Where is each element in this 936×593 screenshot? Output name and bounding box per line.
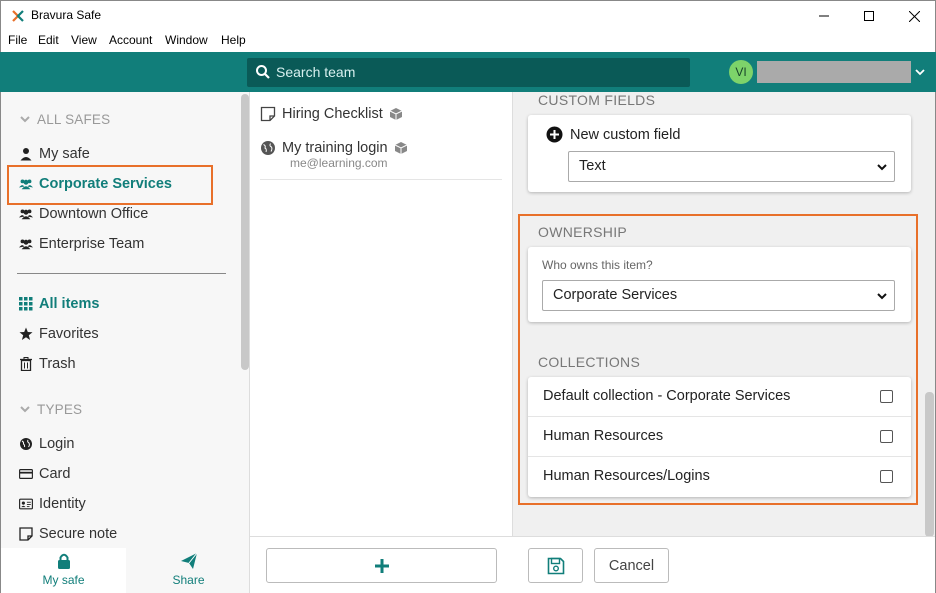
ownership-highlight-callout: [518, 214, 918, 505]
chevron-down-icon: [20, 116, 30, 123]
user-icon: [20, 148, 32, 161]
note-icon: [19, 527, 33, 541]
maximize-button[interactable]: [846, 1, 892, 31]
grid-icon: [19, 297, 33, 311]
add-item-button[interactable]: [266, 548, 497, 583]
sidebar-item-label: Enterprise Team: [39, 236, 145, 252]
avatar[interactable]: VI: [729, 60, 753, 84]
item-name: Hiring Checklist: [282, 106, 383, 122]
item-list: Hiring Checklist My training login me@le…: [250, 92, 513, 593]
search-icon: [256, 65, 270, 79]
sidebar-item-label: Identity: [39, 496, 86, 512]
shared-cube-icon: [389, 108, 402, 120]
sidebar-item-downtown-office[interactable]: Downtown Office: [19, 206, 148, 222]
sidebar-item-label: Secure note: [39, 526, 118, 542]
trash-icon: [20, 357, 32, 371]
new-custom-field-label: New custom field: [570, 126, 681, 143]
minimize-button[interactable]: [801, 1, 847, 31]
save-icon: [547, 557, 564, 574]
menu-window[interactable]: Window: [165, 33, 208, 47]
sidebar-item-enterprise-team[interactable]: Enterprise Team: [19, 236, 144, 252]
sidebar: ALL SAFES My safe Corporate Services Dow…: [0, 92, 250, 593]
list-item[interactable]: My training login me@learning.com: [260, 140, 502, 180]
tab-label: My safe: [42, 573, 85, 587]
maximize-icon: [864, 11, 874, 21]
sidebar-item-all-items[interactable]: All items: [19, 296, 99, 312]
sidebar-item-identity[interactable]: Identity: [19, 496, 86, 512]
minimize-icon: [819, 15, 829, 17]
close-button[interactable]: [891, 1, 936, 31]
close-icon: [908, 10, 920, 22]
menu-file[interactable]: File: [8, 33, 27, 47]
item-username: me@learning.com: [290, 156, 388, 170]
users-icon: [19, 209, 33, 220]
sidebar-item-label: Trash: [39, 356, 76, 372]
lock-icon: [57, 553, 70, 569]
sidebar-item-label: All items: [39, 296, 100, 312]
sidebar-item-my-safe[interactable]: My safe: [19, 146, 90, 162]
types-header[interactable]: TYPES: [19, 402, 82, 417]
sidebar-item-secure-note[interactable]: Secure note: [19, 526, 117, 542]
bottom-tabs: My safe Share: [1, 548, 250, 593]
new-custom-field-button[interactable]: New custom field: [546, 126, 680, 143]
chevron-down-icon: [877, 164, 887, 171]
sidebar-scrollbar[interactable]: [241, 94, 249, 370]
chevron-down-icon[interactable]: [913, 65, 927, 79]
custom-fields-title: CUSTOM FIELDS: [538, 92, 656, 108]
plus-icon: [374, 558, 389, 573]
cancel-button[interactable]: Cancel: [594, 548, 669, 583]
card-icon: [19, 469, 33, 479]
globe-icon: [20, 438, 32, 450]
note-icon: [260, 106, 276, 122]
all-safes-header[interactable]: ALL SAFES: [19, 112, 110, 127]
menu-account[interactable]: Account: [109, 33, 152, 47]
custom-field-type-select[interactable]: Text: [568, 151, 895, 182]
shared-cube-icon: [394, 142, 407, 154]
plus-circle-icon: [546, 126, 563, 143]
id-card-icon: [19, 498, 33, 510]
sidebar-item-label: Favorites: [39, 326, 99, 342]
users-icon: [19, 239, 33, 250]
menu-view[interactable]: View: [71, 33, 97, 47]
app-logo-icon: [12, 10, 24, 22]
search-input[interactable]: Search team: [247, 58, 690, 87]
globe-icon: [261, 141, 275, 155]
sidebar-item-label: Card: [39, 466, 71, 482]
top-bar: Search team VI: [0, 52, 936, 92]
sidebar-item-login[interactable]: Login: [19, 436, 74, 452]
tab-label: Share: [172, 573, 205, 587]
detail-footer: Cancel: [513, 536, 935, 593]
save-button[interactable]: [528, 548, 583, 583]
sidebar-item-favorites[interactable]: Favorites: [19, 326, 99, 342]
list-footer: [250, 536, 513, 593]
safe-highlight-callout: [7, 165, 213, 205]
title-bar: Bravura Safe: [0, 0, 936, 30]
tab-my-safe[interactable]: My safe: [1, 548, 126, 593]
sidebar-divider: [17, 273, 226, 274]
list-item[interactable]: Hiring Checklist: [260, 106, 502, 122]
sidebar-item-label: Login: [39, 436, 75, 452]
window-title: Bravura Safe: [31, 8, 102, 22]
item-name: My training login: [282, 140, 388, 156]
menu-help[interactable]: Help: [221, 33, 246, 47]
types-label: TYPES: [37, 402, 83, 417]
all-safes-label: ALL SAFES: [37, 112, 111, 127]
chevron-down-icon: [20, 406, 30, 413]
send-icon: [180, 552, 197, 569]
detail-scrollbar[interactable]: [925, 392, 934, 537]
menu-bar: File Edit View Account Window Help: [0, 30, 936, 52]
tab-share[interactable]: Share: [126, 548, 251, 593]
custom-field-type-value: Text: [579, 158, 606, 174]
star-icon: [19, 327, 33, 340]
custom-fields-card: New custom field Text: [528, 115, 911, 192]
sidebar-item-label: My safe: [39, 146, 90, 162]
sidebar-item-card[interactable]: Card: [19, 466, 70, 482]
user-name-redacted[interactable]: [757, 61, 911, 83]
search-placeholder: Search team: [276, 64, 356, 80]
sidebar-item-trash[interactable]: Trash: [19, 356, 76, 372]
menu-edit[interactable]: Edit: [38, 33, 59, 47]
item-detail: CUSTOM FIELDS New custom field Text OWNE…: [513, 92, 936, 593]
sidebar-item-label: Downtown Office: [39, 206, 149, 222]
